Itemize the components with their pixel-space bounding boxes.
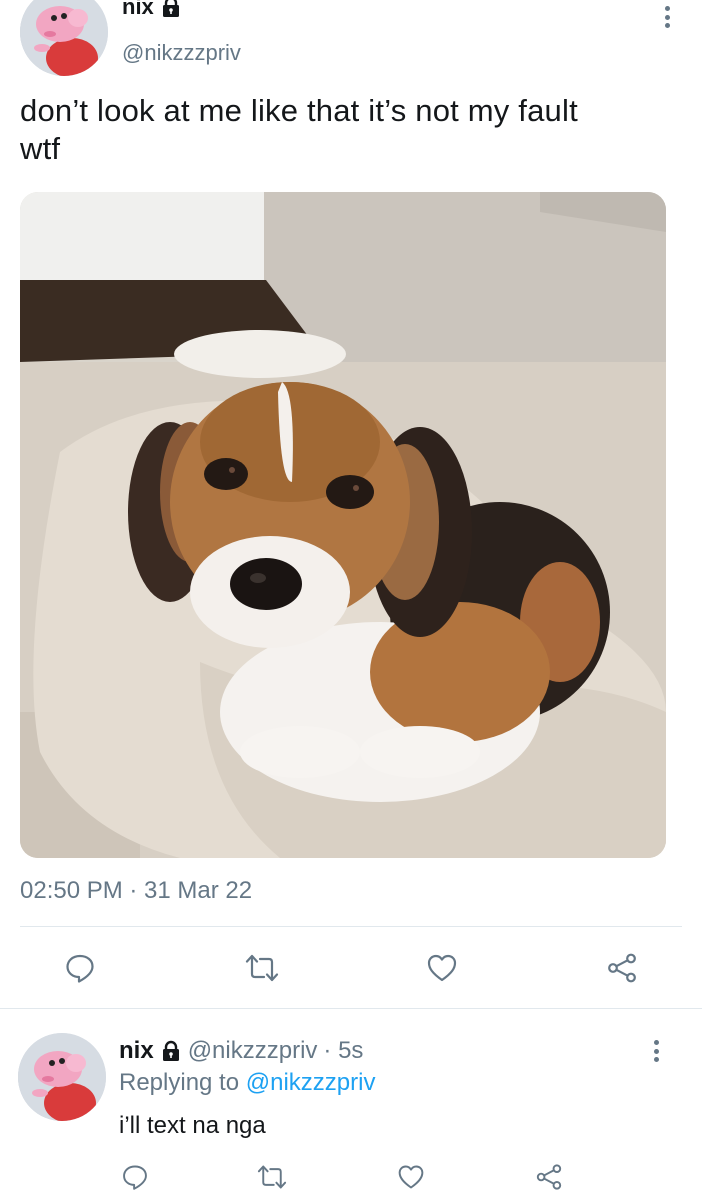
heart-icon[interactable] [394,1162,428,1192]
more-vertical-icon[interactable] [662,6,672,28]
replying-to-label: Replying to [119,1069,240,1096]
tweet-photo[interactable] [20,192,666,858]
author-handle[interactable]: @nikzzzpriv [122,40,241,66]
tweet-timestamp[interactable]: 02:50 PM · 31 Mar 22 [20,877,252,905]
reply-age: · 5s [323,1037,364,1064]
beagle-puppy-image [20,192,666,858]
reply-author-name[interactable]: nix [119,1037,154,1065]
divider [20,926,682,927]
replying-to-handle[interactable]: @nikzzzpriv [246,1069,376,1096]
reply-icon[interactable] [118,1162,152,1192]
share-icon[interactable] [532,1162,566,1192]
reply-author-avatar[interactable] [18,1033,106,1121]
retweet-icon[interactable] [253,1162,291,1192]
replying-to: Replying to @nikzzzpriv [119,1069,375,1097]
heart-icon[interactable] [422,948,462,988]
author-avatar[interactable] [20,0,108,76]
reply-icon[interactable] [60,948,100,988]
share-icon[interactable] [602,948,642,988]
reply-text: i’ll text na nga [119,1112,266,1139]
tweet-text-line-2: wtf [20,131,61,166]
divider [0,1008,702,1009]
lock-icon [160,1040,182,1062]
tweet-text: don’t look at me like that it’s not my f… [20,92,690,168]
reply-author-handle[interactable]: @nikzzzpriv [188,1037,318,1065]
retweet-icon[interactable] [240,948,284,988]
more-vertical-icon[interactable] [651,1040,661,1062]
author-name[interactable]: nix [122,0,154,20]
lock-icon [160,0,182,18]
tweet-text-line-1: don’t look at me like that it’s not my f… [20,93,578,128]
